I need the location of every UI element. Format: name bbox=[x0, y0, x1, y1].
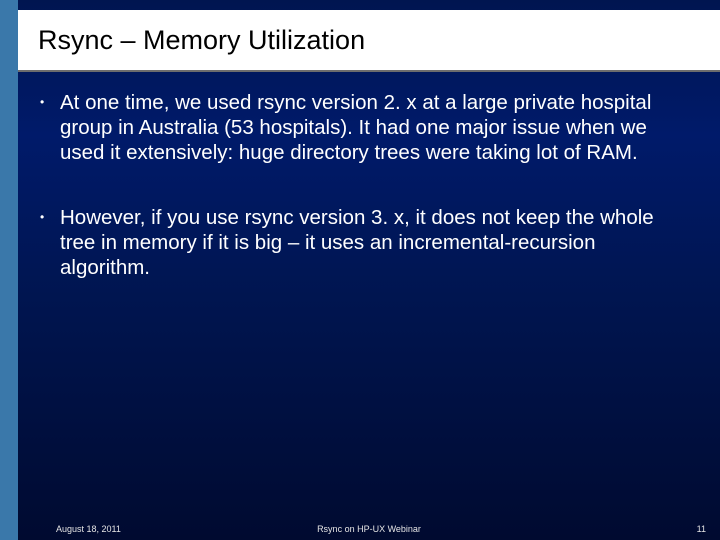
title-divider bbox=[18, 70, 720, 72]
left-accent-bar bbox=[0, 0, 18, 540]
bullet-text: At one time, we used rsync version 2. x … bbox=[60, 90, 690, 165]
slide-body: • At one time, we used rsync version 2. … bbox=[40, 90, 690, 320]
bullet-dot-icon: • bbox=[40, 205, 60, 229]
title-band: Rsync – Memory Utilization bbox=[18, 10, 720, 70]
bullet-dot-icon: • bbox=[40, 90, 60, 114]
footer: August 18, 2011 Rsync on HP-UX Webinar 1… bbox=[18, 524, 720, 534]
slide: Rsync – Memory Utilization • At one time… bbox=[0, 0, 720, 540]
bullet-item: • However, if you use rsync version 3. x… bbox=[40, 205, 690, 280]
footer-center: Rsync on HP-UX Webinar bbox=[18, 524, 720, 534]
bullet-text: However, if you use rsync version 3. x, … bbox=[60, 205, 690, 280]
bullet-item: • At one time, we used rsync version 2. … bbox=[40, 90, 690, 165]
slide-title: Rsync – Memory Utilization bbox=[38, 25, 365, 56]
